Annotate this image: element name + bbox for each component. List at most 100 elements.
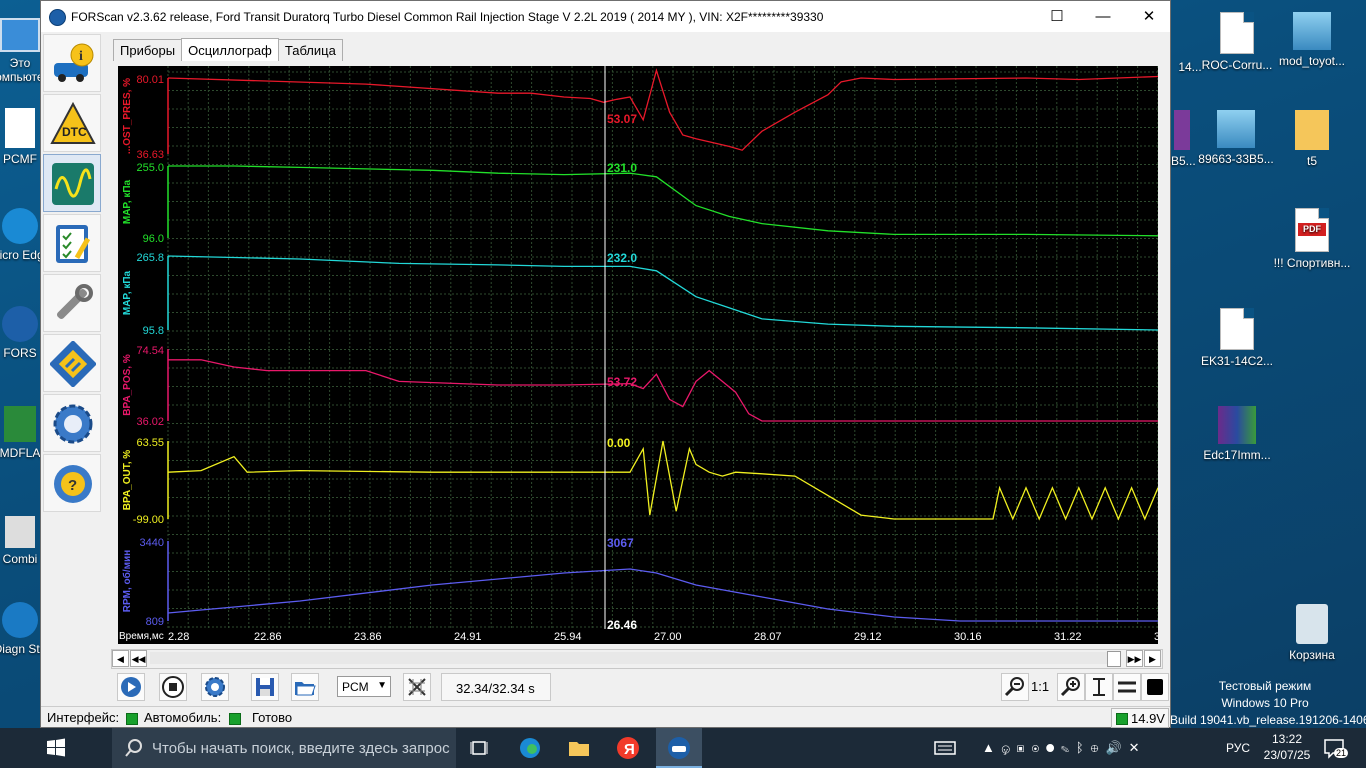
edge-taskbar-icon[interactable] <box>518 736 542 760</box>
tab-table[interactable]: Таблица <box>277 39 343 61</box>
input-language[interactable]: РУС <box>1226 741 1250 755</box>
fit-button[interactable] <box>1113 673 1141 701</box>
channel-name: BPA_POS, % <box>122 354 133 416</box>
tray-keyboard-icon[interactable] <box>933 736 957 760</box>
window-title: FORScan v2.3.62 release, Ford Transit Du… <box>71 10 824 24</box>
time-tick-label: 2.28 <box>168 631 189 643</box>
sidebar-settings-button[interactable] <box>43 394 101 452</box>
scroll-left-button[interactable]: ◀ <box>112 650 129 667</box>
zoom-out-icon <box>1004 677 1024 697</box>
recycle-bin-icon <box>1296 604 1328 644</box>
desktop-icon-recycle-bin[interactable]: Корзина <box>1272 604 1352 662</box>
channel-name: RPM, об/мин <box>121 550 133 612</box>
sidebar: i DTC ? <box>41 32 101 512</box>
channel-trace <box>167 568 1158 622</box>
sidebar-info-button[interactable]: i <box>43 34 101 92</box>
desktop-icon-roc[interactable]: ROC-Corru... <box>1197 12 1277 72</box>
sidebar-help-button[interactable]: ? <box>43 454 101 512</box>
clock[interactable]: 13:22 23/07/25 <box>1262 731 1312 763</box>
notepad-icon <box>1217 110 1255 148</box>
module-select[interactable]: PCM ▼ <box>337 676 391 697</box>
desktop-icon-89663[interactable]: 89663-33B5... <box>1196 110 1276 166</box>
zoom-reset-button[interactable]: 1:1 <box>1031 679 1049 694</box>
scroll-thumb[interactable] <box>1107 651 1121 667</box>
tab-gauges[interactable]: Приборы <box>113 39 183 61</box>
notification-button[interactable]: 21 <box>1322 736 1349 760</box>
svg-text:DTC: DTC <box>62 125 87 139</box>
scroll-end-button[interactable]: ▶▶ <box>1126 650 1143 667</box>
background-color-button[interactable] <box>1141 673 1169 701</box>
interface-label: Интерфейс: <box>47 710 120 725</box>
range-button[interactable] <box>1085 673 1113 701</box>
task-view-icon[interactable] <box>468 736 492 760</box>
channel-max-label: 74.54 <box>136 345 164 357</box>
wrench-icon <box>56 284 93 320</box>
chip-icon <box>50 341 96 387</box>
windows-start-icon[interactable] <box>44 736 68 760</box>
forscan-taskbar-button[interactable] <box>656 728 702 768</box>
sidebar-service-button[interactable] <box>43 274 101 332</box>
time-tick-label: 3 <box>1154 631 1158 643</box>
oscilloscope-plot[interactable]: ...OST_PRES, % 80.0136.6353.07MAP, кПа255… <box>118 66 1158 644</box>
zoom-out-button[interactable] <box>1001 673 1029 701</box>
desktop-icon-mod-toyota[interactable]: mod_toyot... <box>1272 12 1352 68</box>
maximize-button[interactable]: ☐ <box>1034 1 1080 32</box>
time-tick-label: 22.86 <box>254 631 282 643</box>
sidebar-oscilloscope-button[interactable] <box>43 154 101 212</box>
tab-bar: Приборы Осциллограф Таблица <box>113 38 343 61</box>
edge-icon <box>2 208 38 244</box>
cursor-time-value: 26.46 <box>607 618 637 632</box>
file-icon <box>1220 308 1254 350</box>
desktop-icon-ek31[interactable]: EK31-14C2... <box>1197 308 1277 368</box>
gear-icon <box>53 404 93 444</box>
voltage-led <box>1116 713 1128 725</box>
tray-icons[interactable]: ▲ⓨ▣◉⬤✎ᛒ⊕🔊✕ <box>982 740 1147 756</box>
close-button[interactable]: ✕ <box>1126 1 1172 32</box>
settings-button[interactable] <box>201 673 229 701</box>
scroll-right-button[interactable]: ▶ <box>1144 650 1161 667</box>
tab-oscilloscope[interactable]: Осциллограф <box>181 38 279 61</box>
time-tick-label: 24.91 <box>454 631 482 643</box>
save-button[interactable] <box>251 673 279 701</box>
stop-button[interactable] <box>159 673 187 701</box>
lines-icon <box>1118 681 1136 693</box>
scroll-start-button[interactable]: ◀◀ <box>130 650 147 667</box>
voltage-display: 14.9V <box>1111 708 1169 728</box>
channel-min-label: 96.0 <box>143 233 164 245</box>
minimize-button[interactable]: — <box>1080 1 1126 32</box>
horizontal-scrollbar[interactable]: ◀ ◀◀ ▶▶ ▶ <box>111 649 1163 669</box>
play-button[interactable] <box>117 673 145 701</box>
yandex-taskbar-icon[interactable]: Я <box>616 736 640 760</box>
desktop-icon-t5[interactable]: t5 <box>1272 110 1352 168</box>
channel-min-label: 809 <box>146 616 164 628</box>
svg-text:i: i <box>79 49 83 64</box>
cursor-value: 53.07 <box>607 112 637 126</box>
explorer-taskbar-icon[interactable] <box>567 736 591 760</box>
zoom-in-button[interactable] <box>1057 673 1085 701</box>
stop-icon <box>162 676 184 698</box>
time-tick-label: 28.07 <box>754 631 782 643</box>
forscan-app-icon <box>49 9 66 26</box>
search-icon <box>125 739 142 757</box>
file-icon <box>1220 12 1254 54</box>
open-button[interactable] <box>291 673 319 701</box>
archive-icon <box>1218 406 1256 444</box>
title-bar[interactable]: FORScan v2.3.62 release, Ford Transit Du… <box>41 1 1170 32</box>
desktop-icon-pdf[interactable]: PDF !!! Спортивн... <box>1272 208 1352 270</box>
cursor-value: 53.72 <box>607 375 637 389</box>
channel-max-label: 255.0 <box>136 162 164 174</box>
scroll-track[interactable] <box>150 652 1120 664</box>
taskbar-search-box[interactable]: Чтобы начать поиск, введите здесь запрос <box>112 728 456 768</box>
pdf-icon: PDF <box>1295 208 1329 252</box>
notepad-icon <box>1293 12 1331 50</box>
sidebar-dtc-button[interactable]: DTC <box>43 94 101 152</box>
sidebar-programming-button[interactable] <box>43 334 101 392</box>
help-wheel-icon: ? <box>54 465 92 503</box>
checklist-icon <box>56 225 91 263</box>
time-tick-label: 27.00 <box>654 631 682 643</box>
disable-button[interactable] <box>403 673 431 701</box>
desktop-icon-edc17[interactable]: Edc17Imm... <box>1197 406 1277 462</box>
sidebar-tests-button[interactable] <box>43 214 101 272</box>
oscilloscope-panel[interactable]: ...OST_PRES, % 80.01 36.63 53.07 MAP, кПа 255… <box>118 66 1158 644</box>
channel-max-label: 80.01 <box>136 74 164 86</box>
